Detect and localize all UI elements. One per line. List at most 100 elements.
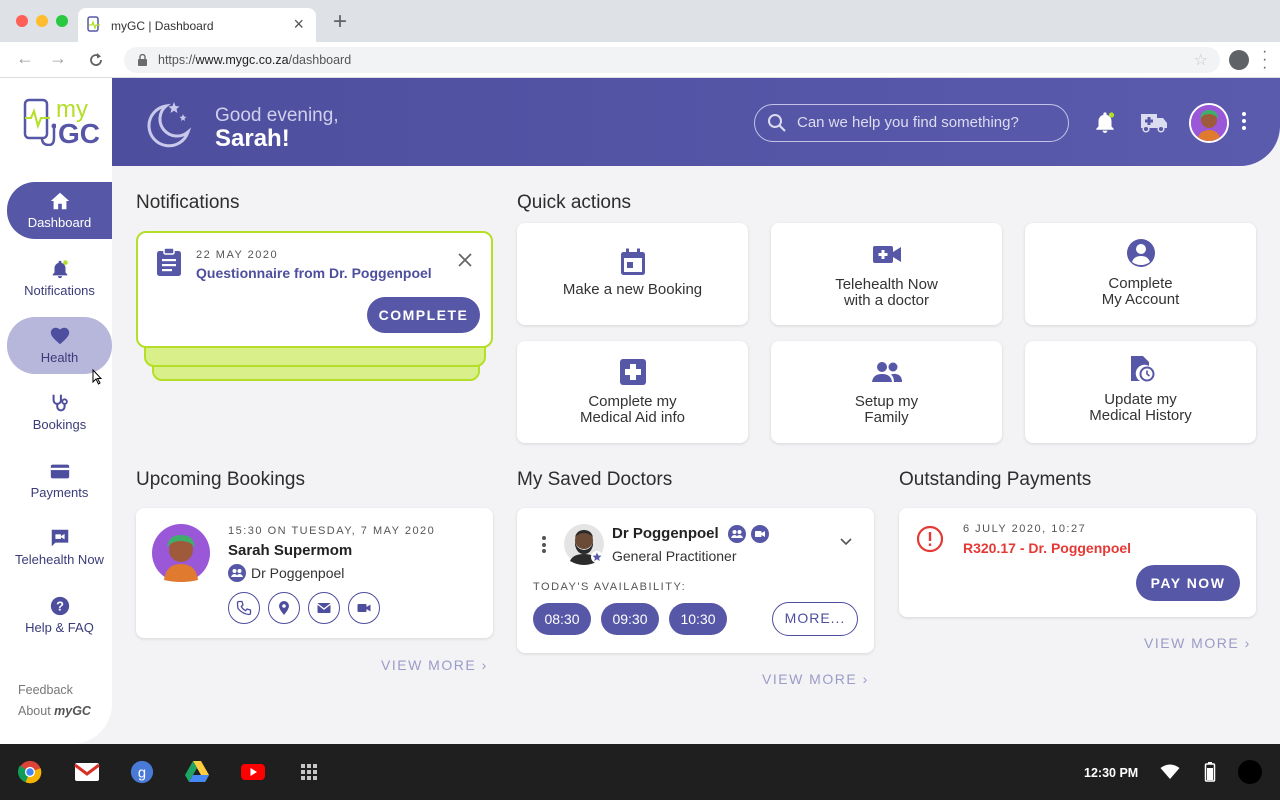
about-brand: myGC xyxy=(54,704,91,718)
sidebar-item-dashboard[interactable]: Dashboard xyxy=(7,182,112,239)
telehealth-badge-icon xyxy=(751,525,769,543)
ambulance-icon[interactable] xyxy=(1139,109,1169,135)
quick-action-label: Setup my xyxy=(854,393,919,410)
bookmark-star-icon[interactable]: ☆ xyxy=(1194,50,1208,70)
new-tab-button[interactable]: + xyxy=(333,10,347,34)
more-options-icon[interactable] xyxy=(1242,112,1246,130)
upcoming-booking-card[interactable]: 15:30 ON TUESDAY, 7 MAY 2020 Sarah Super… xyxy=(136,508,493,638)
account-icon xyxy=(1126,239,1155,267)
chevron-right-icon: › xyxy=(862,671,869,687)
notification-card[interactable]: 22 MAY 2020 Questionnaire from Dr. Pogge… xyxy=(136,231,493,348)
bell-icon xyxy=(52,260,68,279)
minimize-window-button[interactable] xyxy=(36,15,48,27)
forward-arrow-icon[interactable]: → xyxy=(49,48,67,69)
close-window-button[interactable] xyxy=(16,15,28,27)
sidebar-item-health[interactable]: Health xyxy=(7,317,112,374)
account-status-avatar[interactable] xyxy=(1238,760,1262,784)
sidebar-item-help[interactable]: ? Help & FAQ xyxy=(7,587,112,644)
video-chat-icon xyxy=(51,529,68,547)
search-input[interactable] xyxy=(797,114,1057,131)
phone-icon xyxy=(236,600,252,616)
back-arrow-icon[interactable]: ← xyxy=(16,48,34,69)
home-icon xyxy=(50,192,69,210)
email-button[interactable] xyxy=(308,592,340,624)
chevron-down-icon[interactable] xyxy=(839,537,853,547)
video-camera-icon xyxy=(357,604,371,612)
youtube-icon[interactable] xyxy=(240,760,266,784)
time-slot-button[interactable]: 08:30 xyxy=(533,603,591,635)
browser-menu-icon[interactable]: · · · xyxy=(1262,44,1267,76)
booking-datetime: 15:30 ON TUESDAY, 7 MAY 2020 xyxy=(228,525,436,537)
upcoming-view-more-link[interactable]: VIEW MORE › xyxy=(381,657,488,673)
google-plus-icon[interactable]: g xyxy=(129,760,155,784)
notification-message[interactable]: Questionnaire from Dr. Poggenpoel xyxy=(196,265,432,281)
close-icon[interactable] xyxy=(458,253,472,267)
notification-bell-icon[interactable] xyxy=(1092,109,1118,135)
reload-icon[interactable] xyxy=(87,51,105,69)
pay-now-button[interactable]: PAY NOW xyxy=(1136,565,1240,601)
quick-action-label-2: Medical History xyxy=(1089,407,1192,424)
video-call-button[interactable] xyxy=(348,592,380,624)
address-bar[interactable]: https://www.mygc.co.za/dashboard ☆ xyxy=(124,47,1220,73)
patient-avatar xyxy=(152,524,210,582)
quick-action-complete-account[interactable]: Complete My Account xyxy=(1025,223,1256,325)
sidebar-item-telehealth[interactable]: Telehealth Now xyxy=(7,519,112,576)
sidebar-item-label: Help & FAQ xyxy=(25,620,94,635)
quick-action-setup-family[interactable]: Setup my Family xyxy=(771,341,1002,443)
saved-doctor-specialty: General Practitioner xyxy=(612,548,737,564)
booking-patient-name: Sarah Supermom xyxy=(228,542,353,559)
complete-button[interactable]: COMPLETE xyxy=(367,297,480,333)
quick-action-label-2: Family xyxy=(864,409,909,426)
quick-action-medical-aid[interactable]: Complete my Medical Aid info xyxy=(517,341,748,443)
quick-action-make-booking[interactable]: Make a new Booking xyxy=(517,223,748,325)
sidebar: my GC Dashboard Notifications Health Boo… xyxy=(0,78,112,744)
payments-view-more-link[interactable]: VIEW MORE › xyxy=(1144,635,1251,651)
google-drive-icon[interactable] xyxy=(184,760,210,784)
browser-profile-icon[interactable] xyxy=(1229,50,1249,70)
call-button[interactable] xyxy=(228,592,260,624)
time-slot-button[interactable]: 10:30 xyxy=(669,603,727,635)
app-launcher-icon[interactable] xyxy=(300,763,318,781)
chrome-icon[interactable] xyxy=(17,760,43,784)
quick-action-telehealth[interactable]: Telehealth Now with a doctor xyxy=(771,223,1002,325)
quick-action-medical-history[interactable]: Update my Medical History xyxy=(1025,341,1256,443)
location-button[interactable] xyxy=(268,592,300,624)
about-link[interactable]: About myGC xyxy=(18,704,91,718)
doctor-options-icon[interactable] xyxy=(542,536,546,553)
quick-action-label: Complete my xyxy=(588,393,677,410)
notifications-section-title: Notifications xyxy=(136,192,240,213)
dashboard-header: Good evening, Sarah! xyxy=(112,78,1280,166)
doctor-avatar xyxy=(564,524,604,565)
greeting-text: Good evening, xyxy=(215,105,339,126)
outstanding-payment-card[interactable]: 6 JULY 2020, 10:27 R320.17 - Dr. Poggenp… xyxy=(899,508,1256,617)
mygc-logo[interactable]: my GC xyxy=(22,96,102,149)
gmail-icon[interactable] xyxy=(74,760,100,784)
chevron-right-icon: › xyxy=(1244,635,1251,651)
saved-doctors-view-more-link[interactable]: VIEW MORE › xyxy=(762,671,869,687)
url-prefix: https:// xyxy=(158,53,196,67)
time-slot-button[interactable]: 09:30 xyxy=(601,603,659,635)
maximize-window-button[interactable] xyxy=(56,15,68,27)
card-icon xyxy=(50,464,69,479)
sidebar-item-bookings[interactable]: Bookings xyxy=(7,384,112,441)
stethoscope-icon xyxy=(52,394,68,412)
about-prefix: About xyxy=(18,704,55,718)
more-slots-button[interactable]: MORE... xyxy=(772,602,858,636)
battery-icon[interactable] xyxy=(1204,762,1216,782)
feedback-link[interactable]: Feedback xyxy=(18,683,73,697)
search-box[interactable] xyxy=(754,104,1069,142)
sidebar-item-notifications[interactable]: Notifications xyxy=(7,250,112,307)
quick-action-label-2: Medical Aid info xyxy=(579,409,686,426)
outstanding-payments-section-title: Outstanding Payments xyxy=(899,469,1092,490)
availability-label: TODAY'S AVAILABILITY: xyxy=(533,581,687,593)
browser-tab[interactable]: myGC | Dashboard × xyxy=(78,8,316,42)
sidebar-item-payments[interactable]: Payments xyxy=(7,452,112,509)
avatar-image xyxy=(1191,105,1227,141)
view-more-label: VIEW MORE xyxy=(762,671,858,687)
clipboard-icon xyxy=(157,247,181,276)
user-avatar[interactable] xyxy=(1189,103,1229,143)
saved-doctor-card[interactable]: Dr Poggenpoel General Practitioner TODAY… xyxy=(517,508,874,653)
wifi-icon[interactable] xyxy=(1160,764,1180,780)
svg-text:g: g xyxy=(138,766,146,782)
tab-close-icon[interactable]: × xyxy=(293,14,304,35)
